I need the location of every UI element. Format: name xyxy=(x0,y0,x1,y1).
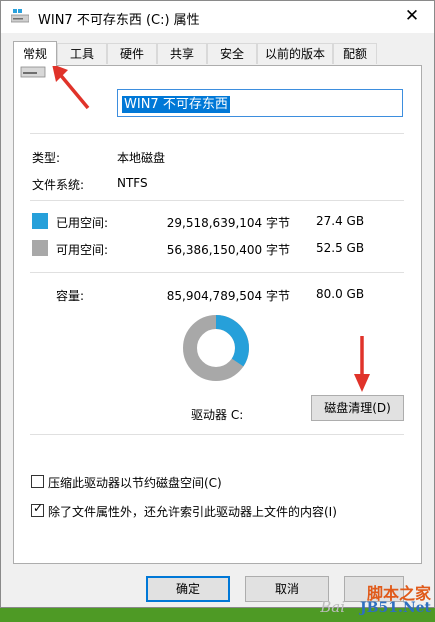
capacity-gb: 80.0 GB xyxy=(316,287,365,301)
free-space-label: 可用空间: xyxy=(56,243,109,257)
tab-label: 以前的版本 xyxy=(264,47,325,61)
close-icon[interactable]: ✕ xyxy=(400,5,424,27)
disk-cleanup-button[interactable]: 磁盘清理(D) xyxy=(311,395,404,421)
usage-donut-chart xyxy=(183,315,249,381)
tab-previous-versions[interactable]: 以前的版本 xyxy=(257,43,333,64)
watermark-baidu: Bai xyxy=(320,598,345,616)
index-label: 除了文件属性外，还允许索引此驱动器上文件的内容(I) xyxy=(48,505,337,519)
filesystem-label: 文件系统: xyxy=(32,178,85,192)
compress-label: 压缩此驱动器以节约磁盘空间(C) xyxy=(48,476,222,490)
filesystem-value: NTFS xyxy=(117,176,148,190)
tab-sharing[interactable]: 共享 xyxy=(157,43,207,64)
tab-security[interactable]: 安全 xyxy=(207,43,257,64)
used-space-label: 已用空间: xyxy=(56,216,109,230)
annotation-arrow-icon xyxy=(52,64,90,110)
tab-label: 常规 xyxy=(22,47,47,61)
drive-icon xyxy=(11,9,29,23)
donut-used-arc xyxy=(215,315,249,367)
cancel-label: 取消 xyxy=(274,582,299,596)
tab-label: 共享 xyxy=(169,47,194,61)
ok-button[interactable]: 确定 xyxy=(146,576,230,602)
tab-label: 安全 xyxy=(219,47,244,61)
used-space-bytes: 29,518,639,104 字节 xyxy=(166,216,290,230)
used-space-swatch xyxy=(32,213,48,229)
separator xyxy=(30,133,404,134)
type-label: 类型: xyxy=(32,151,61,165)
disk-cleanup-label: 磁盘清理(D) xyxy=(324,401,391,415)
type-value: 本地磁盘 xyxy=(117,151,166,165)
tab-quota[interactable]: 配额 xyxy=(333,43,377,64)
tab-label: 配额 xyxy=(342,47,367,61)
checkmark-icon: ✓ xyxy=(33,501,44,515)
separator xyxy=(30,434,404,435)
capacity-bytes: 85,904,789,504 字节 xyxy=(166,289,290,303)
watermark-logo: Bai 脚本之家 JB51.Net xyxy=(320,580,431,620)
free-space-bytes: 56,386,150,400 字节 xyxy=(166,243,290,257)
window-title: WIN7 不可存东西 (C:) 属性 xyxy=(38,13,200,28)
tab-general[interactable]: 常规 xyxy=(13,41,57,66)
separator xyxy=(30,272,404,273)
tab-label: 硬件 xyxy=(119,47,144,61)
free-space-gb: 52.5 GB xyxy=(316,241,365,255)
annotation-arrow-icon xyxy=(354,336,370,392)
drive-letter-label: 驱动器 C: xyxy=(191,408,244,422)
watermark-url: JB51.Net xyxy=(360,600,431,616)
index-checkbox[interactable]: ✓ xyxy=(31,501,44,517)
drive-name-text: WIN7 不可存东西 xyxy=(122,96,230,113)
drive-name-input[interactable]: WIN7 不可存东西 xyxy=(117,89,403,117)
tab-label: 工具 xyxy=(69,47,94,61)
free-space-swatch xyxy=(32,240,48,256)
cancel-button[interactable]: 取消 xyxy=(245,576,329,602)
used-space-gb: 27.4 GB xyxy=(316,214,365,228)
compress-checkbox[interactable] xyxy=(31,475,44,488)
tab-hardware[interactable]: 硬件 xyxy=(107,43,157,64)
ok-label: 确定 xyxy=(175,582,200,596)
capacity-label: 容量: xyxy=(56,289,85,303)
separator xyxy=(30,200,404,201)
title-bar[interactable]: WIN7 不可存东西 (C:) 属性 ✕ xyxy=(1,1,434,33)
